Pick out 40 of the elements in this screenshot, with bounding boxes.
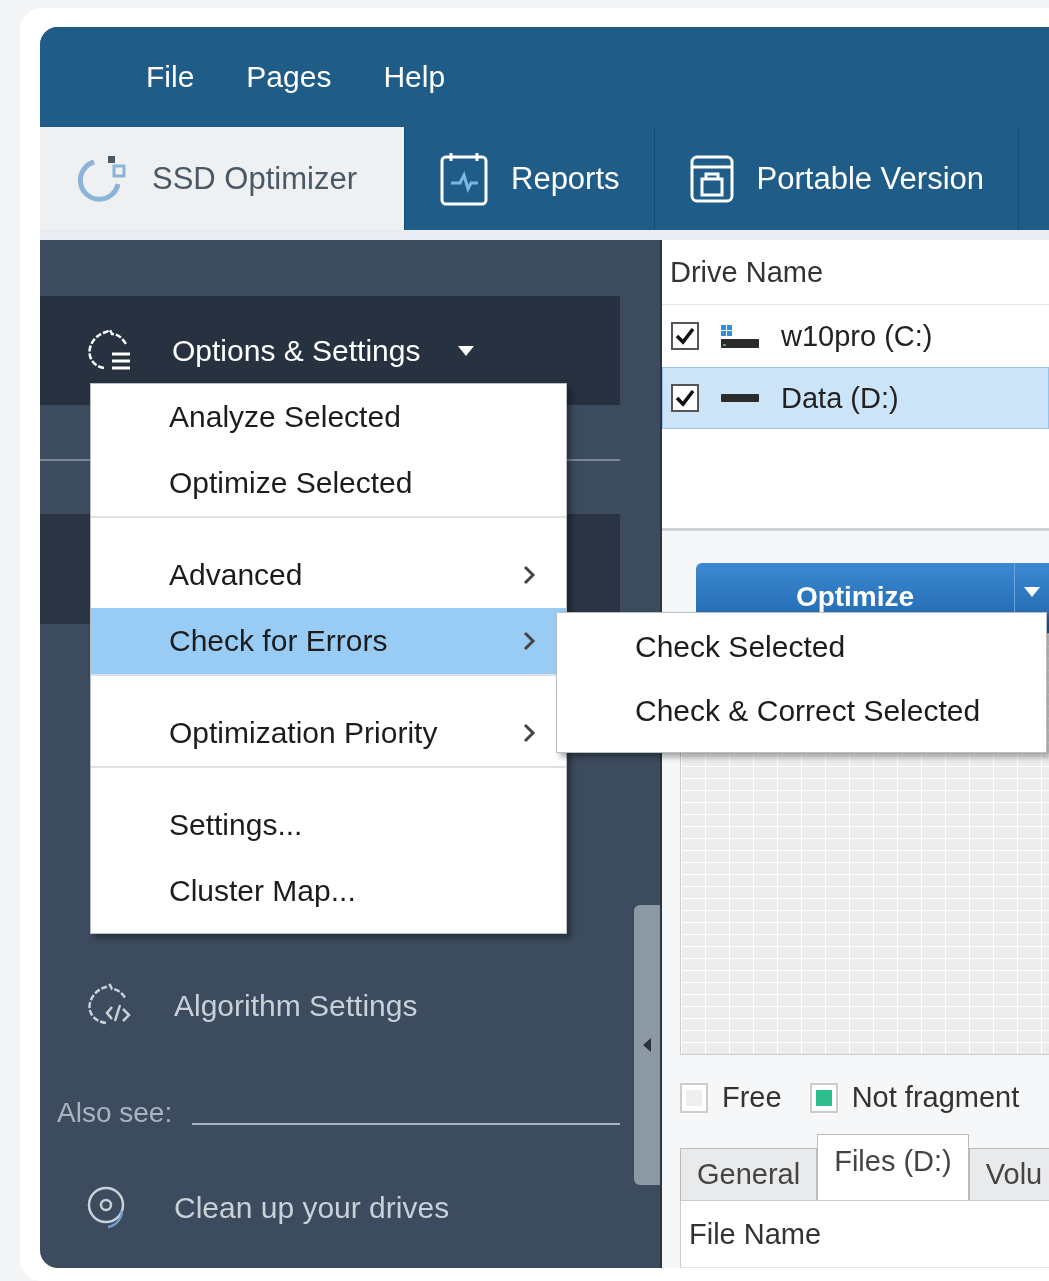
drive-name: w10pro (C:) bbox=[781, 319, 933, 353]
drive-row[interactable]: Data (D:) bbox=[662, 367, 1049, 429]
tab[interactable]: Volu bbox=[968, 1148, 1049, 1200]
drive-icon bbox=[721, 324, 759, 348]
triangle-left-icon bbox=[643, 1038, 651, 1052]
menu-item[interactable]: Optimization Priority bbox=[91, 700, 566, 766]
tab-label: Reports bbox=[511, 160, 620, 197]
menu-item[interactable]: Advanced bbox=[91, 542, 566, 608]
calendar-chart-icon bbox=[439, 150, 489, 207]
menu-item[interactable]: File bbox=[120, 60, 221, 94]
menu-item[interactable]: Settings... bbox=[91, 792, 566, 858]
menu-item[interactable]: Analyze Selected bbox=[91, 384, 566, 450]
tab[interactable]: General bbox=[680, 1148, 818, 1200]
column-header: File Name bbox=[681, 1201, 1049, 1268]
menu-item[interactable]: Optimize Selected bbox=[91, 450, 566, 516]
drive-icon bbox=[721, 394, 759, 402]
menu-item[interactable]: Check Selected bbox=[557, 615, 1046, 679]
sidebar-link[interactable]: Clean up your drives bbox=[40, 1178, 634, 1238]
column-header: Drive Name bbox=[662, 240, 1049, 305]
dropdown-label: Options & Settings bbox=[172, 333, 421, 368]
tab-label: Portable Version bbox=[756, 160, 985, 197]
caret-icon bbox=[1024, 587, 1040, 597]
menu-item[interactable]: Check for Errors bbox=[91, 608, 566, 674]
drive-row[interactable]: w10pro (C:) bbox=[662, 305, 1049, 367]
legend-label: Free bbox=[722, 1081, 782, 1114]
tab[interactable]: SSD Optimizer bbox=[40, 127, 405, 230]
tab-label: SSD Optimizer bbox=[152, 160, 357, 197]
sidebar-item[interactable]: Algorithm Settings bbox=[40, 976, 634, 1036]
menu-item[interactable]: Help bbox=[357, 60, 472, 94]
also-see-label: Also see: bbox=[56, 1097, 173, 1129]
menu-item[interactable]: Cluster Map... bbox=[91, 858, 566, 924]
drive-name: Data (D:) bbox=[781, 381, 899, 415]
menu-item[interactable]: Pages bbox=[220, 60, 358, 94]
collapse-handle[interactable] bbox=[634, 905, 660, 1185]
checkbox[interactable] bbox=[671, 384, 699, 412]
tab[interactable]: Files (D:) bbox=[817, 1134, 969, 1200]
menu-item[interactable]: Check & Correct Selected bbox=[557, 679, 1046, 743]
legend-label: Not fragment bbox=[851, 1081, 1020, 1114]
checkbox[interactable] bbox=[671, 322, 699, 350]
portable-window-icon bbox=[688, 153, 735, 204]
